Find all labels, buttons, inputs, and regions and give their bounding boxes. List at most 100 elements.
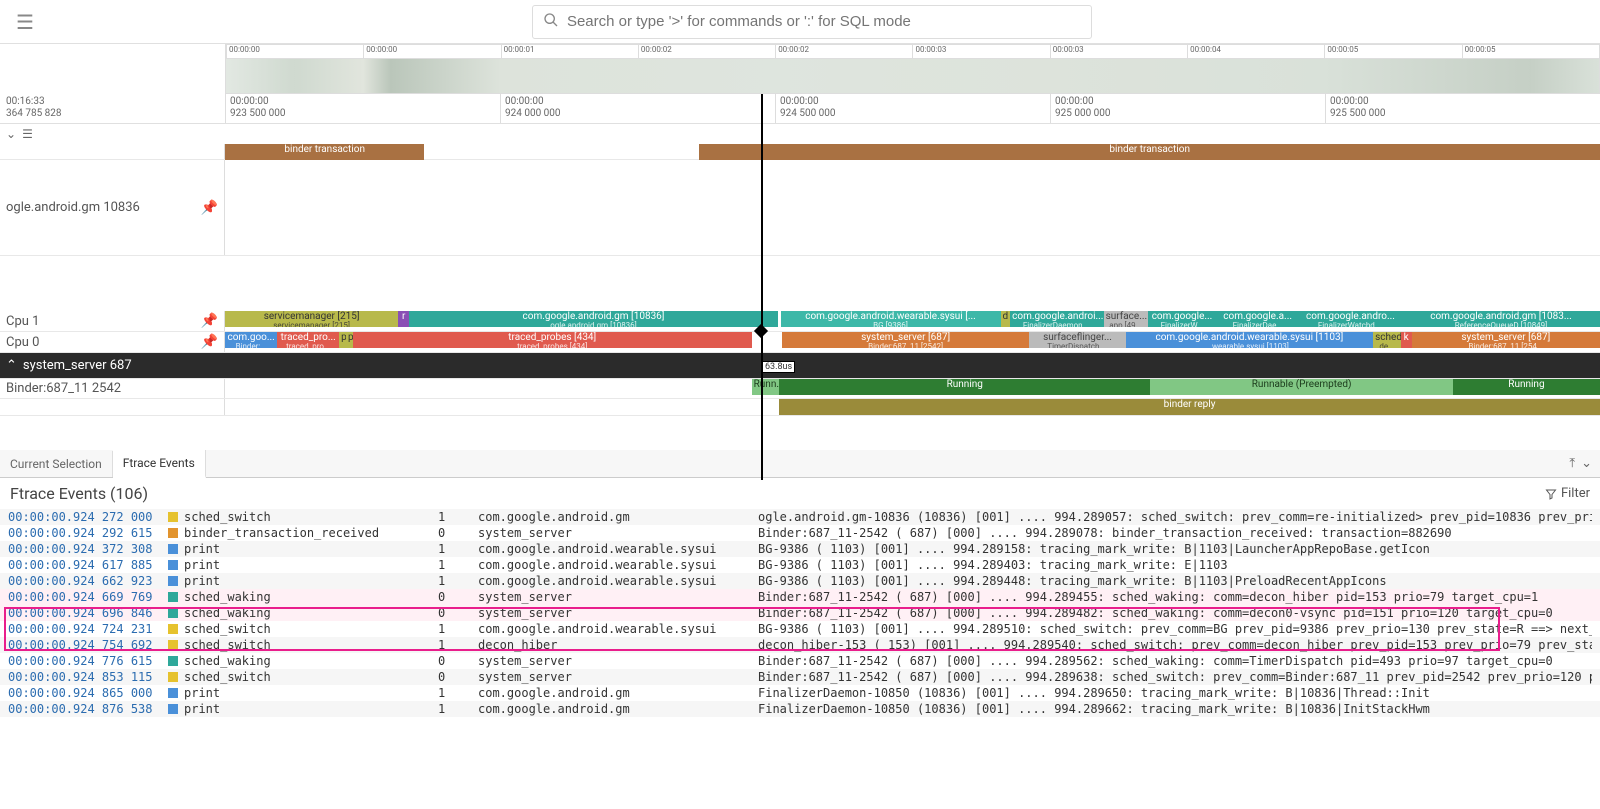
- color-swatch: [168, 528, 178, 538]
- filter-button[interactable]: Filter: [1545, 484, 1590, 503]
- cell-event: print: [168, 558, 438, 572]
- slice-r[interactable]: r: [398, 311, 409, 327]
- cell-process: com.google.android.wearable.sysui: [478, 622, 758, 636]
- table-row[interactable]: 00:00:00.924 292 615binder_transaction_r…: [0, 525, 1600, 541]
- menu-icon[interactable]: ☰: [8, 6, 42, 38]
- slice-p1[interactable]: p: [339, 332, 346, 348]
- chevron-up-icon: ⌃: [6, 358, 17, 373]
- slice-sf[interactable]: surface...app [49...: [1104, 311, 1148, 327]
- slice-p2[interactable]: p: [346, 332, 353, 348]
- cell-process: com.google.android.wearable.sysui: [478, 542, 758, 556]
- cell-process: system_server: [478, 606, 758, 620]
- pin-icon[interactable]: 📌: [201, 200, 218, 216]
- cell-timestamp: 00:00:00.924 754 692: [8, 638, 168, 652]
- cell-timestamp: 00:00:00.924 662 923: [8, 574, 168, 588]
- table-row[interactable]: 00:00:00.924 669 769sched_waking0system_…: [0, 589, 1600, 605]
- cell-timestamp: 00:00:00.924 372 308: [8, 542, 168, 556]
- track-label-cpu0[interactable]: Cpu 0 📌: [0, 332, 225, 352]
- panel-title: Ftrace Events (106): [10, 484, 148, 503]
- duration-label: 63.8us: [762, 361, 795, 373]
- slice-gm[interactable]: com.google.android.gm [10836]ogle.androi…: [409, 311, 778, 327]
- cell-process: com.google.android.wearable.sysui: [478, 574, 758, 588]
- group-header-system-server[interactable]: ⌃system_server 687: [0, 353, 1600, 378]
- color-swatch: [168, 576, 178, 586]
- slice-sched[interactable]: sched.de...: [1373, 332, 1401, 348]
- cell-args: Binder:687_11-2542 ( 687) [000] .... 994…: [758, 654, 1592, 668]
- cell-cpu: 0: [438, 654, 478, 668]
- pin-icon[interactable]: 📌: [201, 313, 218, 329]
- slice-wear[interactable]: com.google.android.wearable.sysui [...BG…: [781, 311, 1001, 327]
- slice-svcmgr[interactable]: servicemanager [215]servicemanager [215]: [225, 311, 398, 327]
- filter-tracks-icon[interactable]: ☰: [22, 127, 33, 141]
- slice-running2[interactable]: Running: [1453, 379, 1600, 395]
- slice-g3[interactable]: com.google...FinalizerW...: [1148, 311, 1217, 327]
- slice-g5[interactable]: com.google.andro...FinalizerWatchd ...: [1299, 311, 1402, 327]
- slice-gm2[interactable]: com.google.android.gm [1083...ReferenceQ…: [1402, 311, 1600, 327]
- slice-runn[interactable]: Runn...: [752, 379, 780, 395]
- slice-syssrv2[interactable]: system_server [687]Binder:687_11 [254...: [1412, 332, 1600, 348]
- table-row[interactable]: 00:00:00.924 776 615sched_waking0system_…: [0, 653, 1600, 669]
- cell-event: print: [168, 702, 438, 716]
- slice-sf2[interactable]: surfaceflinger...TimerDispatch ...: [1029, 332, 1125, 348]
- expand-icon[interactable]: ⌄: [1581, 456, 1592, 471]
- collapse-icon[interactable]: ⌄: [6, 127, 16, 141]
- color-swatch: [168, 544, 178, 554]
- color-swatch: [168, 608, 178, 618]
- slice-k[interactable]: k: [1401, 332, 1412, 348]
- time-axis[interactable]: 00:16:33 364 785 828 00:00:00923 500 000…: [0, 94, 1600, 124]
- slice-runnable[interactable]: Runnable (Preempted): [1150, 379, 1453, 395]
- cell-event: print: [168, 542, 438, 556]
- slice-d[interactable]: d: [1001, 311, 1011, 327]
- time-cursor[interactable]: [761, 94, 763, 480]
- cell-event: print: [168, 686, 438, 700]
- mini-tick: 00:00:00: [363, 45, 500, 58]
- pin-icon[interactable]: 📌: [201, 334, 218, 350]
- slice-binder-tx2[interactable]: binder transaction: [699, 144, 1600, 160]
- table-row[interactable]: 00:00:00.924 876 538print1com.google.and…: [0, 701, 1600, 717]
- slice-binder-tx[interactable]: binder transaction: [225, 144, 424, 160]
- ns-offset: 364 785 828: [6, 108, 219, 120]
- slice-g4[interactable]: com.google.a...FinalizerDae...: [1216, 311, 1299, 327]
- cell-args: Binder:687_11-2542 ( 687) [000] .... 994…: [758, 606, 1592, 620]
- cell-event: sched_waking: [168, 590, 438, 604]
- slice-cg[interactable]: com.goo...Binder:...: [225, 332, 277, 348]
- search-input[interactable]: [567, 13, 1081, 30]
- slice-running[interactable]: Running: [779, 379, 1150, 395]
- cell-process: com.google.android.gm: [478, 510, 758, 524]
- search-box[interactable]: [532, 5, 1092, 39]
- table-row[interactable]: 00:00:00.924 617 885print1com.google.and…: [0, 557, 1600, 573]
- overview-timeline[interactable]: 00:00:0000:00:0000:00:0100:00:0200:00:02…: [225, 44, 1600, 94]
- cell-process: decon_hiber: [478, 638, 758, 652]
- table-row[interactable]: 00:00:00.924 865 000print1com.google.and…: [0, 685, 1600, 701]
- color-swatch: [168, 624, 178, 634]
- table-row[interactable]: 00:00:00.924 372 308print1com.google.and…: [0, 541, 1600, 557]
- color-swatch: [168, 656, 178, 666]
- mini-tick: 00:00:05: [1324, 45, 1461, 58]
- cell-args: BG-9386 ( 1103) [001] .... 994.289510: s…: [758, 622, 1592, 636]
- slice-binder-reply[interactable]: binder reply: [779, 399, 1600, 415]
- slice-syssrv[interactable]: system_server [687]Binder:687_11 [2542]: [782, 332, 1030, 348]
- table-row[interactable]: 00:00:00.924 724 231sched_switch1com.goo…: [0, 621, 1600, 637]
- table-row[interactable]: 00:00:00.924 754 692sched_switch1decon_h…: [0, 637, 1600, 653]
- table-row[interactable]: 00:00:00.924 696 846sched_waking0system_…: [0, 605, 1600, 621]
- table-row[interactable]: 00:00:00.924 662 923print1com.google.and…: [0, 573, 1600, 589]
- table-row[interactable]: 00:00:00.924 272 000sched_switch1com.goo…: [0, 509, 1600, 525]
- track-label-cpu1[interactable]: Cpu 1 📌: [0, 311, 225, 331]
- mini-tick: 00:00:03: [1050, 45, 1187, 58]
- track-label-binder-thread[interactable]: Binder:687_11 2542: [0, 379, 225, 398]
- mini-tick: 00:00:02: [775, 45, 912, 58]
- slice-g2[interactable]: com.google.androi...FinalizerDaemon ...: [1010, 311, 1104, 327]
- cell-event: sched_switch: [168, 622, 438, 636]
- slice-tp1[interactable]: traced_pro...traced_pro...: [277, 332, 339, 348]
- ftrace-table[interactable]: 00:00:00.924 272 000sched_switch1com.goo…: [0, 509, 1600, 717]
- cell-args: BG-9386 ( 1103) [001] .... 994.289158: t…: [758, 542, 1592, 556]
- scroll-top-icon[interactable]: ⤒: [1569, 456, 1575, 471]
- cell-timestamp: 00:00:00.924 617 885: [8, 558, 168, 572]
- tab-current-selection[interactable]: Current Selection: [0, 451, 113, 477]
- track-label-process[interactable]: ogle.android.gm 10836 📌: [0, 160, 225, 255]
- table-row[interactable]: 00:00:00.924 853 115sched_switch0system_…: [0, 669, 1600, 685]
- tab-ftrace-events[interactable]: Ftrace Events: [113, 450, 206, 478]
- cell-cpu: 1: [438, 686, 478, 700]
- slice-tp2[interactable]: traced_probes [434]traced_probes [434]: [353, 332, 752, 348]
- slice-wear2[interactable]: com.google.android.wearable.sysui [1103]…: [1126, 332, 1374, 348]
